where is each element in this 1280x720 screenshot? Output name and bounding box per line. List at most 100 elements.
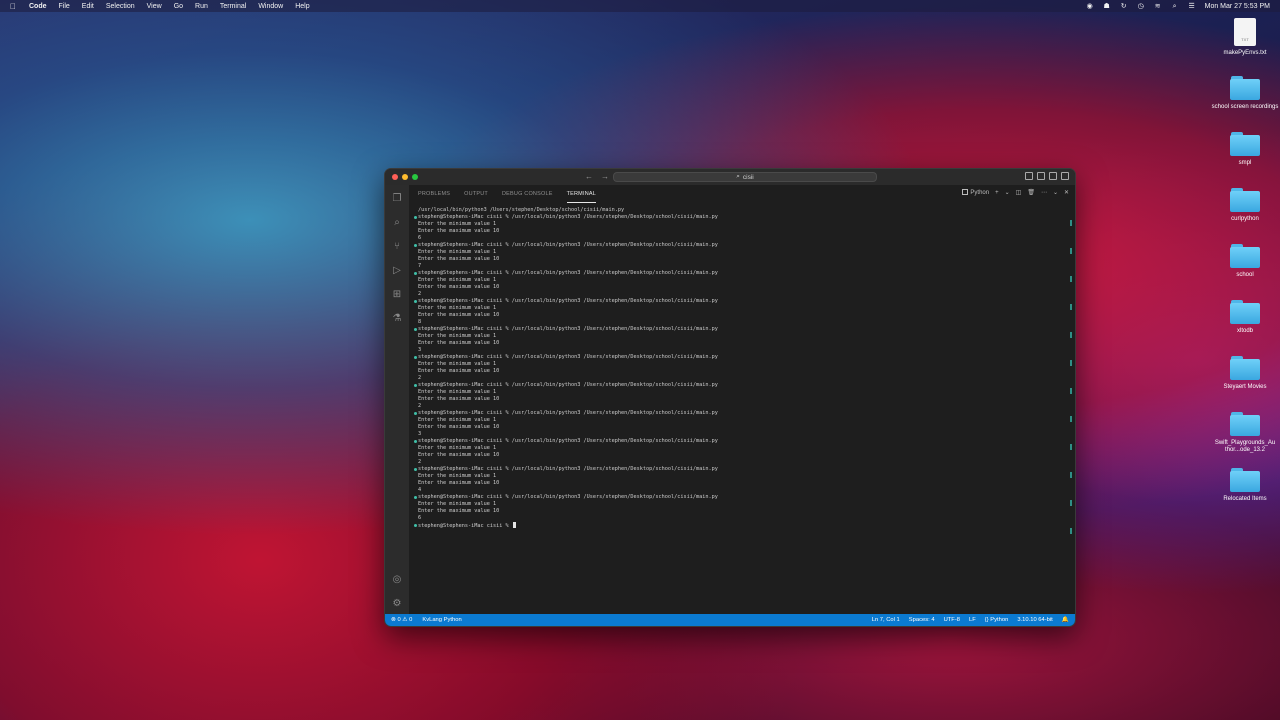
toggle-sidebar-icon[interactable] — [1025, 172, 1033, 180]
terminal-output-line: Enter the minimum value 1 — [418, 417, 497, 423]
desktop-item-label: Relocated Items — [1223, 496, 1267, 502]
status-kvlang[interactable]: KvLang Python — [422, 617, 461, 623]
terminal-output-line: Enter the maximum value 10 — [418, 284, 500, 290]
terminal-output-line: Enter the maximum value 10 — [418, 312, 500, 318]
desktop-folder-xltodb[interactable]: xltodb — [1210, 300, 1280, 335]
desktop-item-label: curlpython — [1231, 216, 1259, 222]
tab-problems[interactable]: PROBLEMS — [418, 185, 450, 203]
desktop-item-label: school — [1236, 272, 1254, 278]
terminal-output-line: 3 — [418, 347, 422, 353]
command-center-search[interactable]: ⌕ cisii — [613, 172, 877, 182]
settings-gear-icon[interactable]: ⚙ — [391, 598, 403, 610]
menu-window[interactable]: Window — [258, 3, 283, 10]
testing-icon[interactable]: ⚗ — [391, 313, 403, 325]
terminal-output-line: Enter the minimum value 1 — [418, 473, 497, 479]
menu-selection[interactable]: Selection — [106, 3, 135, 10]
desktop-folder-school[interactable]: school — [1210, 244, 1280, 279]
forward-arrow-icon[interactable]: → — [601, 172, 609, 181]
folder-icon — [1230, 468, 1260, 492]
chevron-down-icon[interactable]: ⌄ — [1005, 189, 1010, 196]
terminal-output-line: Enter the minimum value 1 — [418, 389, 497, 395]
extension-icon[interactable]: ☗ — [1103, 3, 1111, 10]
terminal-command-line: stephen@Stephens-iMac cisii % — [414, 522, 1065, 529]
menu-help[interactable]: Help — [295, 3, 309, 10]
terminal-command-line: stephen@Stephens-iMac cisii % /usr/local… — [414, 354, 1065, 361]
toggle-secondary-sidebar-icon[interactable] — [1049, 172, 1057, 180]
desktop-folder-school-screen-recordings[interactable]: school screen recordings — [1210, 76, 1280, 111]
tab-output[interactable]: OUTPUT — [464, 185, 488, 203]
status-cursor-position[interactable]: Ln 7, Col 1 — [872, 617, 900, 623]
wifi-icon[interactable]: ≋ — [1154, 3, 1162, 10]
split-terminal-icon[interactable]: ◫ — [1016, 189, 1022, 196]
terminal-output-line: Enter the minimum value 1 — [418, 445, 497, 451]
record-icon[interactable]: ◉ — [1086, 3, 1094, 10]
trash-icon[interactable]: 🗑 — [1027, 189, 1035, 196]
menu-terminal[interactable]: Terminal — [220, 3, 246, 10]
folder-icon — [1230, 356, 1260, 380]
back-arrow-icon[interactable]: ← — [585, 172, 593, 181]
notifications-bell-icon[interactable]: 🔔 — [1062, 617, 1069, 623]
menu-app-name[interactable]: Code — [29, 3, 47, 10]
sync-icon[interactable]: ↻ — [1120, 3, 1128, 10]
more-actions-icon[interactable]: ⋯ — [1041, 189, 1047, 196]
control-center-icon[interactable]: ☰ — [1188, 3, 1196, 10]
desktop-folder-smpl[interactable]: smpl — [1210, 132, 1280, 167]
terminal-output-line: 2 — [418, 291, 422, 297]
close-window-button[interactable] — [392, 174, 398, 180]
menu-view[interactable]: View — [147, 3, 162, 10]
search-icon[interactable]: ⌕ — [1171, 3, 1179, 10]
terminal-output-line: Enter the maximum value 10 — [418, 424, 500, 430]
menu-run[interactable]: Run — [195, 3, 208, 10]
desktop-item-label: Swift_Playgrounds_Author...ode_13.2 — [1214, 440, 1276, 453]
folder-icon — [1230, 244, 1260, 268]
status-language[interactable]: {} Python — [985, 617, 1009, 623]
terminal-output-line: 6 — [418, 235, 422, 241]
tab-debug-console[interactable]: DEBUG CONSOLE — [502, 185, 553, 203]
source-control-icon[interactable]: ⑂ — [391, 241, 403, 253]
menu-clock[interactable]: Mon Mar 27 5:53 PM — [1205, 3, 1270, 10]
scroll-marker — [1070, 500, 1072, 506]
customize-layout-icon[interactable] — [1061, 172, 1069, 180]
desktop-folder-relocated-items[interactable]: Relocated Items — [1210, 468, 1280, 503]
maximize-panel-icon[interactable]: ⌄ — [1053, 189, 1058, 196]
terminal-output-line: Enter the maximum value 10 — [418, 396, 500, 402]
extensions-icon[interactable]: ⊞ — [391, 289, 403, 301]
terminal-icon — [962, 189, 969, 195]
menu-file[interactable]: File — [59, 3, 70, 10]
desktop-folder-curlpython[interactable]: curlpython — [1210, 188, 1280, 223]
menu-go[interactable]: Go — [174, 3, 183, 10]
run-debug-icon[interactable]: ▷ — [391, 265, 403, 277]
account-icon[interactable]: ◎ — [391, 574, 403, 586]
explorer-icon[interactable]: ❐ — [391, 193, 403, 205]
status-eol[interactable]: LF — [969, 617, 976, 623]
terminal-output-line: 7 — [418, 263, 422, 269]
scroll-marker — [1070, 220, 1072, 226]
status-encoding[interactable]: UTF-8 — [944, 617, 960, 623]
status-problems[interactable]: ⊗ 0 ⚠ 0 — [391, 617, 412, 623]
terminal-output[interactable]: /usr/local/bin/python3 /Users/stephen/De… — [414, 207, 1065, 610]
menu-edit[interactable]: Edit — [82, 3, 94, 10]
terminal-command-line: stephen@Stephens-iMac cisii % /usr/local… — [414, 410, 1065, 417]
search-icon[interactable]: ⌕ — [391, 217, 403, 229]
minimize-window-button[interactable] — [402, 174, 408, 180]
desktop-folder-steyaert-movies[interactable]: Steyaert Movies — [1210, 356, 1280, 391]
tab-terminal[interactable]: TERMINAL — [566, 185, 596, 203]
terminal-output-line: Enter the minimum value 1 — [418, 305, 497, 311]
terminal-output-line: 4 — [418, 487, 422, 493]
desktop-file-makepyenvs[interactable]: TXT makePyEnvs.txt — [1210, 18, 1280, 57]
zoom-window-button[interactable] — [412, 174, 418, 180]
folder-icon — [1230, 76, 1260, 100]
scroll-marker — [1070, 416, 1072, 422]
status-indentation[interactable]: Spaces: 4 — [909, 617, 935, 623]
desktop-folder-swift-playgrounds[interactable]: Swift_Playgrounds_Author...ode_13.2 — [1210, 412, 1280, 454]
close-panel-icon[interactable]: ✕ — [1064, 189, 1069, 196]
terminal-output-line: Enter the maximum value 10 — [418, 480, 500, 486]
terminal-command-line: stephen@Stephens-iMac cisii % /usr/local… — [414, 382, 1065, 389]
braces-icon: {} — [984, 617, 989, 623]
terminal-profile[interactable]: Python — [962, 189, 989, 196]
time-machine-icon[interactable]: ◷ — [1137, 3, 1145, 10]
toggle-panel-icon[interactable] — [1037, 172, 1045, 180]
status-interpreter[interactable]: 3.10.10 64-bit — [1017, 617, 1052, 623]
new-terminal-icon[interactable]: + — [995, 190, 999, 196]
apple-icon[interactable]:  — [10, 2, 19, 11]
